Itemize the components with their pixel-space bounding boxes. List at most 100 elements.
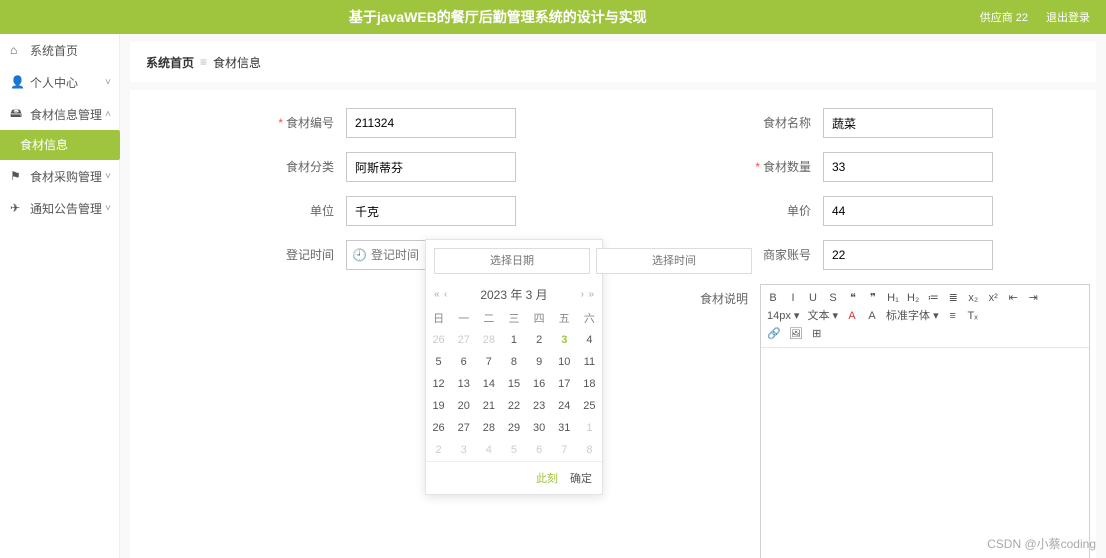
dp-time-input[interactable]	[596, 248, 752, 274]
editor-sup-icon[interactable]: x²	[987, 289, 999, 307]
input-ingredient-no[interactable]	[346, 108, 516, 138]
app-title: 基于javaWEB的餐厅后勤管理系统的设计与实现	[16, 7, 980, 27]
input-price[interactable]	[823, 196, 993, 226]
input-merchant-account[interactable]	[823, 240, 993, 270]
dp-day[interactable]: 5	[501, 439, 526, 461]
dp-day[interactable]: 7	[552, 439, 577, 461]
editor-outdent-icon[interactable]: ⇤	[1007, 289, 1019, 307]
dp-day[interactable]: 30	[527, 417, 552, 439]
dp-dow: 六	[577, 307, 602, 329]
sidebar-item-label: 通知公告管理	[30, 200, 102, 217]
dp-next-year[interactable]: »	[588, 289, 594, 300]
dp-next-month[interactable]: ›	[581, 289, 584, 300]
dp-day[interactable]: 5	[426, 351, 451, 373]
chevron-down-icon: ˅	[105, 77, 111, 88]
editor-text-style[interactable]: 文本 ▾	[807, 307, 838, 325]
editor-underline-icon[interactable]: U	[807, 289, 819, 307]
input-ingredient-name[interactable]	[823, 108, 993, 138]
dp-date-input[interactable]	[434, 248, 590, 274]
dp-day[interactable]: 22	[501, 395, 526, 417]
dp-day[interactable]: 17	[552, 373, 577, 395]
sidebar-item-home[interactable]: ⌂ 系统首页	[0, 34, 119, 66]
sidebar-sub-ingredient-info[interactable]: 食材信息	[0, 130, 119, 160]
dp-day[interactable]: 3	[451, 439, 476, 461]
breadcrumb-home[interactable]: 系统首页	[146, 54, 194, 71]
dp-day[interactable]: 1	[501, 329, 526, 351]
sidebar-item-ingredient-mgmt[interactable]: 🖴 食材信息管理 ˄	[0, 98, 119, 130]
sidebar-item-notice[interactable]: ✈ 通知公告管理 ˅	[0, 192, 119, 224]
dp-day[interactable]: 23	[527, 395, 552, 417]
dp-day[interactable]: 31	[552, 417, 577, 439]
dp-day[interactable]: 12	[426, 373, 451, 395]
breadcrumb-sep: ≡	[200, 55, 207, 69]
dp-ok-button[interactable]: 确定	[570, 470, 592, 486]
editor-clear[interactable]: Tₓ	[967, 307, 979, 325]
editor-ol-icon[interactable]: ≔	[927, 289, 939, 307]
dp-day[interactable]: 3	[552, 329, 577, 351]
editor-indent-icon[interactable]: ⇥	[1027, 289, 1039, 307]
editor-std-font[interactable]: 标准字体 ▾	[886, 307, 939, 325]
dp-day[interactable]: 2	[527, 329, 552, 351]
dp-dow: 一	[451, 307, 476, 329]
dp-day[interactable]: 4	[577, 329, 602, 351]
dp-day[interactable]: 4	[476, 439, 501, 461]
dp-day[interactable]: 27	[451, 417, 476, 439]
sidebar-item-profile[interactable]: 👤 个人中心 ˅	[0, 66, 119, 98]
dp-day[interactable]: 21	[476, 395, 501, 417]
editor-sub-icon[interactable]: x₂	[967, 289, 979, 307]
dp-calendar: 日一二三四五六 26272812345678910111213141516171…	[426, 307, 602, 461]
dp-day[interactable]: 26	[426, 329, 451, 351]
dp-title: 2023 年 3 月	[480, 286, 547, 303]
dp-day[interactable]: 13	[451, 373, 476, 395]
editor-quote-l-icon[interactable]: ❝	[847, 289, 859, 307]
dp-day[interactable]: 14	[476, 373, 501, 395]
dp-day[interactable]: 18	[577, 373, 602, 395]
editor-bg-color[interactable]: A	[866, 307, 878, 325]
editor-font-size[interactable]: 14px ▾	[767, 307, 799, 325]
editor-ul-icon[interactable]: ≣	[947, 289, 959, 307]
dp-day[interactable]: 7	[476, 351, 501, 373]
editor-h2-icon[interactable]: H₂	[907, 289, 919, 307]
dp-day[interactable]: 1	[577, 417, 602, 439]
input-category[interactable]	[346, 152, 516, 182]
editor-link-icon[interactable]: 🔗	[767, 325, 781, 343]
dp-day[interactable]: 29	[501, 417, 526, 439]
date-picker: « ‹ 2023 年 3 月 › » 日一二三四五六 2627281234567…	[425, 239, 603, 495]
editor-image-icon[interactable]: 🖼	[789, 325, 803, 343]
dp-day[interactable]: 28	[476, 417, 501, 439]
editor-h1-icon[interactable]: H₁	[887, 289, 899, 307]
dp-now-button[interactable]: 此刻	[536, 470, 558, 486]
editor-align[interactable]: ≡	[947, 307, 959, 325]
dp-day[interactable]: 11	[577, 351, 602, 373]
header-user[interactable]: 供应商 22	[980, 9, 1028, 25]
dp-day[interactable]: 27	[451, 329, 476, 351]
dp-day[interactable]: 28	[476, 329, 501, 351]
input-quantity[interactable]	[823, 152, 993, 182]
dp-day[interactable]: 10	[552, 351, 577, 373]
editor-quote-r-icon[interactable]: ❞	[867, 289, 879, 307]
dp-day[interactable]: 26	[426, 417, 451, 439]
dp-day[interactable]: 6	[527, 439, 552, 461]
dp-day[interactable]: 19	[426, 395, 451, 417]
dp-day[interactable]: 16	[527, 373, 552, 395]
editor-body[interactable]	[761, 348, 1089, 558]
logout-link[interactable]: 退出登录	[1046, 9, 1090, 25]
dp-day[interactable]: 25	[577, 395, 602, 417]
dp-prev-month[interactable]: ‹	[444, 289, 447, 300]
dp-day[interactable]: 15	[501, 373, 526, 395]
dp-day[interactable]: 8	[501, 351, 526, 373]
dp-day[interactable]: 24	[552, 395, 577, 417]
editor-strike-icon[interactable]: S	[827, 289, 839, 307]
editor-table-icon[interactable]: ⊞	[811, 325, 823, 343]
sidebar-item-purchase[interactable]: ⚑ 食材采购管理 ˅	[0, 160, 119, 192]
input-unit[interactable]	[346, 196, 516, 226]
dp-day[interactable]: 2	[426, 439, 451, 461]
dp-day[interactable]: 8	[577, 439, 602, 461]
dp-day[interactable]: 20	[451, 395, 476, 417]
editor-bold-icon[interactable]: B	[767, 289, 779, 307]
dp-day[interactable]: 6	[451, 351, 476, 373]
dp-day[interactable]: 9	[527, 351, 552, 373]
dp-prev-year[interactable]: «	[434, 289, 440, 300]
editor-italic-icon[interactable]: I	[787, 289, 799, 307]
editor-font-color[interactable]: A	[846, 307, 858, 325]
